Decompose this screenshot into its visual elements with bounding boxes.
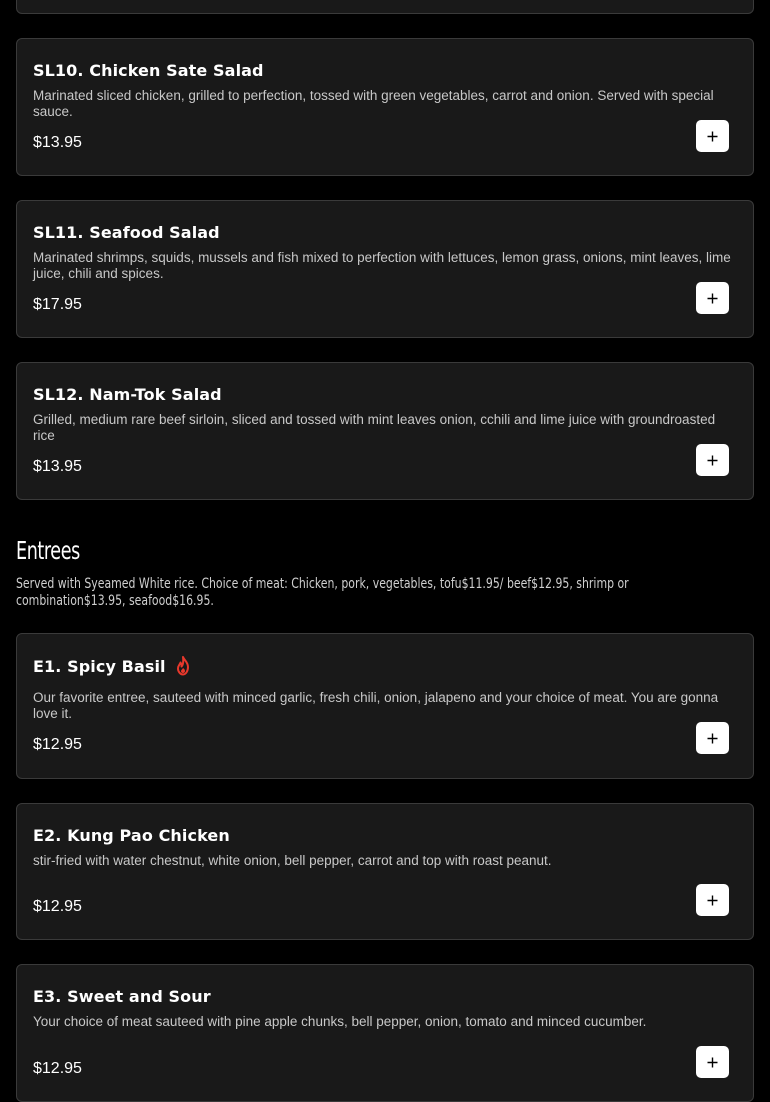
menu-item-title: SL10. Chicken Sate Salad (33, 61, 264, 80)
menu-item-card-partial (16, 0, 754, 14)
menu-item-card[interactable]: E1. Spicy Basil Our favorite entree, sau… (16, 633, 754, 779)
add-item-button[interactable] (696, 1046, 729, 1078)
menu-item-price: $13.95 (33, 458, 82, 475)
menu-item-description: Marinated shrimps, squids, mussels and f… (33, 250, 731, 281)
add-item-button[interactable] (696, 282, 729, 314)
menu-item-description: Marinated sliced chicken, grilled to per… (33, 88, 714, 119)
menu-item-title: E1. Spicy Basil (33, 656, 192, 676)
menu-item-price: $12.95 (33, 898, 82, 915)
menu-item-description: Grilled, medium rare beef sirloin, slice… (33, 412, 716, 443)
menu-item-card[interactable]: E3. Sweet and Sour Your choice of meat s… (16, 964, 754, 1102)
add-item-button[interactable] (696, 884, 729, 916)
menu-item-price: $13.95 (33, 134, 82, 151)
add-item-button[interactable] (696, 120, 729, 152)
add-item-button[interactable] (696, 722, 729, 754)
menu-item-title: SL12. Nam-Tok Salad (33, 385, 222, 404)
menu-item-description: stir-fried with water chestnut, white on… (33, 853, 552, 868)
menu-item-card[interactable]: SL12. Nam-Tok Salad Grilled, medium rare… (16, 362, 754, 500)
section-description: Served with Syeamed White rice. Choice o… (16, 576, 629, 609)
menu-item-description: Your choice of meat sauteed with pine ap… (33, 1014, 647, 1029)
menu-item-title: E2. Kung Pao Chicken (33, 826, 230, 845)
plus-icon (707, 131, 718, 141)
menu-item-title: E3. Sweet and Sour (33, 987, 211, 1006)
plus-icon (707, 455, 718, 465)
add-item-button[interactable] (696, 444, 729, 476)
menu-item-price: $12.95 (33, 1060, 82, 1077)
plus-icon (707, 293, 718, 303)
menu-item-price: $12.95 (33, 736, 82, 753)
menu-item-description: Our favorite entree, sauteed with minced… (33, 690, 719, 721)
menu-item-card[interactable]: SL11. Seafood Salad Marinated shrimps, s… (16, 200, 754, 338)
plus-icon (707, 733, 718, 743)
menu-page: SL10. Chicken Sate Salad Marinated slice… (0, 0, 770, 1102)
flame-icon (176, 656, 189, 676)
plus-icon (707, 1057, 718, 1067)
menu-item-title: SL11. Seafood Salad (33, 223, 220, 242)
plus-icon (707, 895, 718, 905)
menu-item-price: $17.95 (33, 296, 82, 313)
section-title: Entrees (16, 536, 80, 565)
menu-item-card[interactable]: SL10. Chicken Sate Salad Marinated slice… (16, 38, 754, 176)
menu-item-card[interactable]: E2. Kung Pao Chicken stir-fried with wat… (16, 803, 754, 940)
